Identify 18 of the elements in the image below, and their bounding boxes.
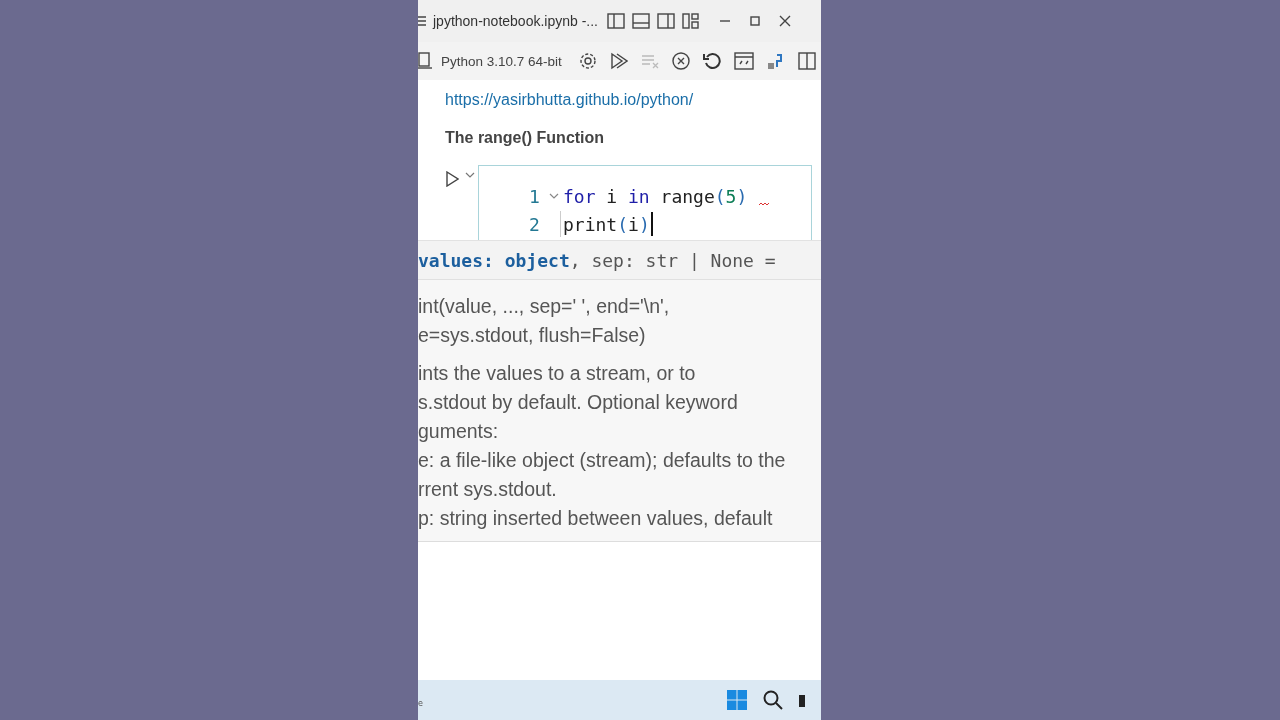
signature-text: values: object, sep: str | None =	[418, 241, 821, 280]
line-number: 2	[529, 213, 541, 235]
doc-text: int(value, ..., sep=' ', end='\n',	[418, 294, 671, 319]
markdown-heading: The range() Function	[445, 129, 606, 147]
code-text: print(i)	[563, 213, 650, 235]
taskbar-text: e	[418, 697, 424, 708]
code-text: for i in range(5)	[563, 185, 748, 207]
doc-text: rrent sys.stdout.	[418, 477, 558, 502]
window-title: jpython-notebook.ipynb -...	[433, 13, 598, 29]
doc-text: ints the values to a stream, or to	[418, 361, 697, 386]
doc-text: guments:	[418, 419, 500, 444]
line-number: 1	[529, 185, 541, 207]
doc-text: s.stdout by default. Optional keyword	[418, 390, 739, 415]
doc-text: e=sys.stdout, flush=False)	[418, 323, 647, 348]
doc-text: e: a file-like object (stream); defaults to the	[418, 448, 787, 473]
link[interactable]: https://yasirbhutta.github.io/python/	[445, 91, 694, 109]
doc-text: p: string inserted between values, default	[418, 506, 774, 531]
kernel-label[interactable]: Python 3.10.7 64-bit	[441, 53, 562, 69]
